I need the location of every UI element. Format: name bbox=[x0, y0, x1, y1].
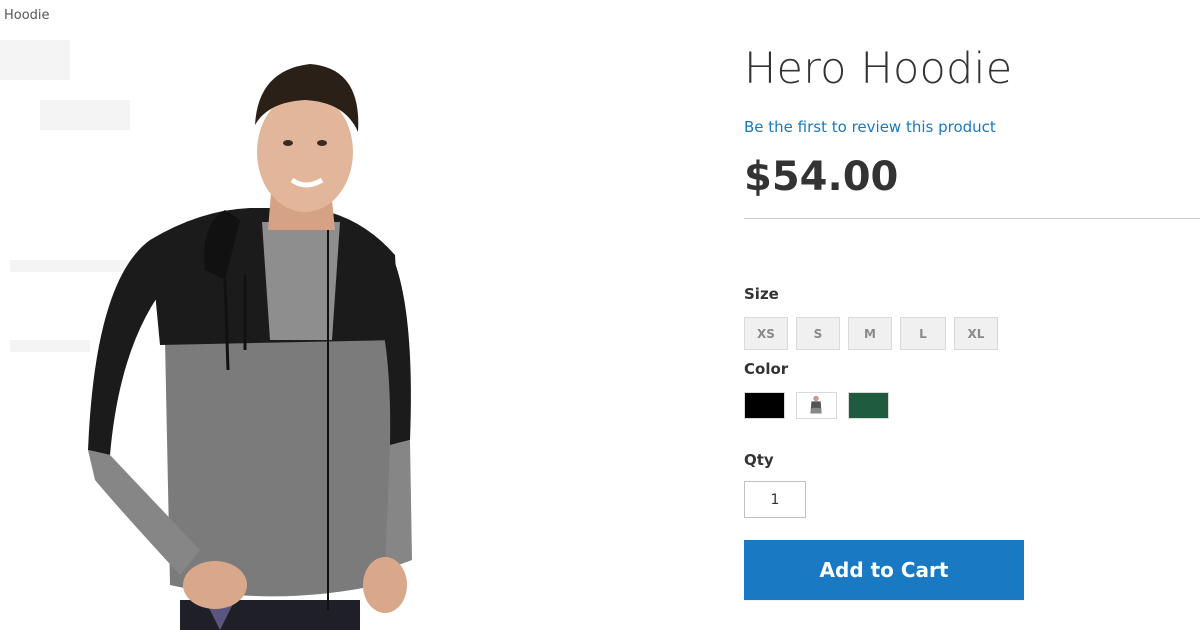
product-price: $54.00 bbox=[744, 154, 899, 200]
color-black-swatch[interactable] bbox=[744, 392, 785, 419]
size-m-option[interactable]: M bbox=[848, 317, 892, 350]
qty-input[interactable] bbox=[744, 481, 806, 518]
review-link[interactable]: Be the first to review this product bbox=[744, 118, 996, 136]
product-info: Hero Hoodie Be the first to review this … bbox=[744, 0, 1200, 630]
breadcrumb[interactable]: Hoodie bbox=[4, 8, 50, 23]
size-label: Size bbox=[744, 285, 779, 303]
size-s-option[interactable]: S bbox=[796, 317, 840, 350]
color-label: Color bbox=[744, 360, 789, 378]
color-gray-swatch[interactable] bbox=[796, 392, 837, 419]
size-l-option[interactable]: L bbox=[900, 317, 946, 350]
product-image[interactable] bbox=[0, 40, 560, 630]
size-xl-option[interactable]: XL bbox=[954, 317, 998, 350]
color-green-swatch[interactable] bbox=[848, 392, 889, 419]
add-to-cart-button[interactable]: Add to Cart bbox=[744, 540, 1024, 600]
color-options bbox=[744, 392, 889, 419]
divider bbox=[744, 218, 1200, 219]
size-options: XS S M L XL bbox=[744, 317, 998, 350]
product-title: Hero Hoodie bbox=[744, 44, 1013, 94]
size-xs-option[interactable]: XS bbox=[744, 317, 788, 350]
qty-label: Qty bbox=[744, 451, 774, 469]
